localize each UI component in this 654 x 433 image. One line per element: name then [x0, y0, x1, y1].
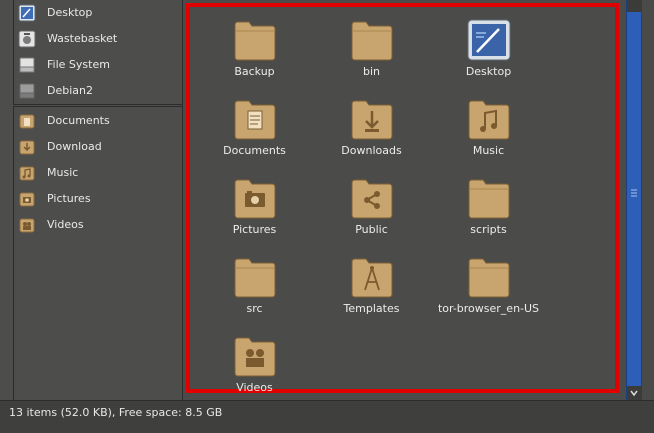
vertical-scrollbar[interactable] [626, 0, 642, 400]
sidebar-item-label: Documents [47, 114, 110, 127]
desktop-icon [467, 19, 510, 61]
pictures-folder-icon [19, 192, 35, 207]
folder-icon [234, 21, 275, 61]
status-text: 13 items (52.0 KB), Free space: 8.5 GB [9, 406, 223, 419]
drive-icon [19, 57, 35, 73]
highlight-frame: Backup bin Desktop Documents Downloads M… [186, 3, 619, 394]
file-item-desktop[interactable]: Desktop [430, 17, 547, 78]
file-view: Backup bin Desktop Documents Downloads M… [183, 0, 626, 400]
sidebar-item-label: Music [47, 166, 79, 179]
videos-folder-icon [234, 337, 275, 377]
file-item-tor-browser[interactable]: tor-browser_en-US [430, 254, 547, 315]
file-label: Public [355, 223, 388, 236]
sidebar-item-label: Download [47, 140, 102, 153]
file-label: Music [472, 144, 505, 157]
file-label: Templates [343, 302, 400, 315]
public-folder-icon [351, 179, 392, 219]
file-label: bin [362, 65, 380, 78]
sidebar-item-label: Pictures [47, 192, 91, 205]
sidebar-item-label: Debian2 [47, 84, 93, 97]
drive-icon [19, 83, 35, 99]
sidebar: Desktop Wastebasket File System Debian2 [0, 0, 212, 401]
trash-icon [18, 30, 36, 48]
file-item-videos[interactable]: Videos [196, 333, 313, 394]
download-folder-icon [351, 100, 392, 140]
file-label: Backup [234, 65, 275, 78]
scroll-down-button[interactable] [627, 386, 641, 400]
file-label: scripts [470, 223, 507, 236]
file-label: src [246, 302, 263, 315]
pictures-folder-icon [234, 179, 275, 219]
file-item-templates[interactable]: Templates [313, 254, 430, 315]
file-item-src[interactable]: src [196, 254, 313, 315]
sidebar-item-label: Videos [47, 218, 84, 231]
sidebar-places: Desktop Wastebasket File System Debian2 [13, 0, 212, 105]
file-item-documents[interactable]: Documents [196, 96, 313, 157]
documents-folder-icon [234, 100, 275, 140]
folder-icon [468, 258, 509, 298]
sidebar-item-label: Desktop [47, 6, 93, 19]
file-label: Downloads [341, 144, 402, 157]
file-label: Pictures [232, 223, 277, 236]
folder-icon [234, 258, 275, 298]
file-label: tor-browser_en-US [437, 302, 540, 315]
music-folder-icon [19, 166, 35, 181]
templates-folder-icon [351, 258, 392, 298]
file-label: Desktop [465, 65, 512, 78]
scroll-up-button[interactable] [627, 0, 641, 12]
file-item-backup[interactable]: Backup [196, 17, 313, 78]
sidebar-item-label: File System [47, 58, 110, 71]
file-item-music[interactable]: Music [430, 96, 547, 157]
sidebar-bookmarks: Documents Download Music Pictures Videos [13, 106, 184, 401]
file-label: Documents [223, 144, 286, 157]
desktop-icon [18, 4, 36, 22]
window-edge [642, 0, 654, 400]
file-item-bin[interactable]: bin [313, 17, 430, 78]
chevron-down-icon [630, 390, 638, 397]
download-folder-icon [19, 140, 35, 155]
file-item-downloads[interactable]: Downloads [313, 96, 430, 157]
file-label: Videos [236, 381, 273, 394]
videos-folder-icon [19, 218, 35, 233]
file-item-pictures[interactable]: Pictures [196, 175, 313, 236]
music-folder-icon [468, 100, 509, 140]
file-item-scripts[interactable]: scripts [430, 175, 547, 236]
folder-icon [468, 179, 509, 219]
folder-icon [351, 21, 392, 61]
status-bar: 13 items (52.0 KB), Free space: 8.5 GB [0, 400, 654, 433]
sidebar-item-label: Wastebasket [47, 32, 118, 45]
file-item-public[interactable]: Public [313, 175, 430, 236]
documents-folder-icon [19, 114, 35, 129]
scroll-grip-icon[interactable] [631, 188, 637, 198]
